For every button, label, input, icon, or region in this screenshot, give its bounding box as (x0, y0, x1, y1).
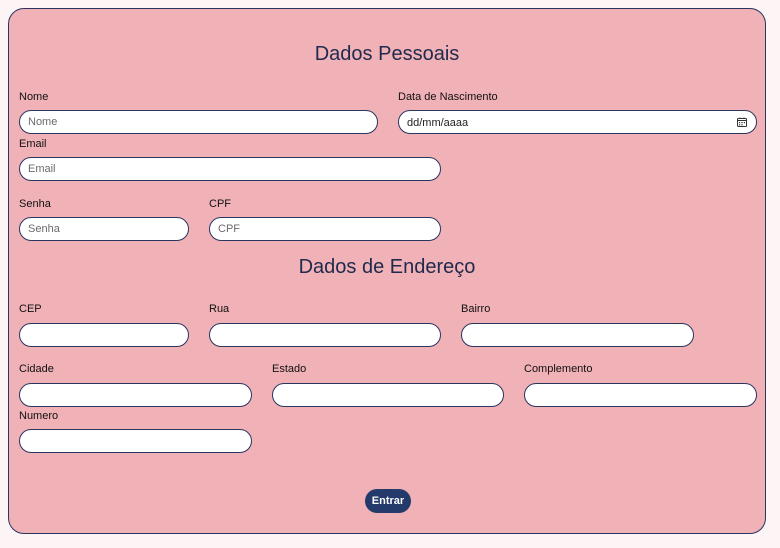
bairro-input[interactable] (461, 323, 694, 347)
complemento-input[interactable] (524, 383, 757, 407)
senha-input[interactable] (19, 217, 189, 241)
numero-input[interactable] (19, 429, 252, 453)
numero-label: Numero (19, 410, 59, 422)
entrar-button[interactable]: Entrar (365, 489, 411, 513)
nascimento-date-text: dd/mm/aaaa (407, 117, 469, 129)
cpf-input[interactable] (209, 217, 441, 241)
email-label: Email (19, 138, 47, 150)
estado-label: Estado (272, 363, 307, 375)
complemento-label: Complemento (524, 363, 593, 375)
rua-input[interactable] (209, 323, 441, 347)
cidade-label: Cidade (19, 363, 54, 375)
personal-data-heading: Dados Pessoais (314, 43, 460, 65)
calendar-icon[interactable] (737, 117, 747, 127)
nascimento-label: Data de Nascimento (398, 91, 498, 103)
bairro-label: Bairro (461, 303, 491, 315)
cep-label: CEP (19, 303, 42, 315)
senha-label: Senha (19, 198, 51, 210)
nome-input[interactable] (19, 110, 378, 134)
email-input[interactable] (19, 157, 441, 181)
cidade-input[interactable] (19, 383, 252, 407)
cep-input[interactable] (19, 323, 189, 347)
address-data-heading: Dados de Endereço (298, 256, 476, 278)
form-card: Dados Pessoais Nome Data de Nascimento d… (8, 8, 766, 534)
rua-label: Rua (209, 303, 230, 315)
nome-label: Nome (19, 91, 49, 103)
nascimento-date-input[interactable]: dd/mm/aaaa (398, 110, 757, 134)
cpf-label: CPF (209, 198, 231, 210)
estado-input[interactable] (272, 383, 504, 407)
